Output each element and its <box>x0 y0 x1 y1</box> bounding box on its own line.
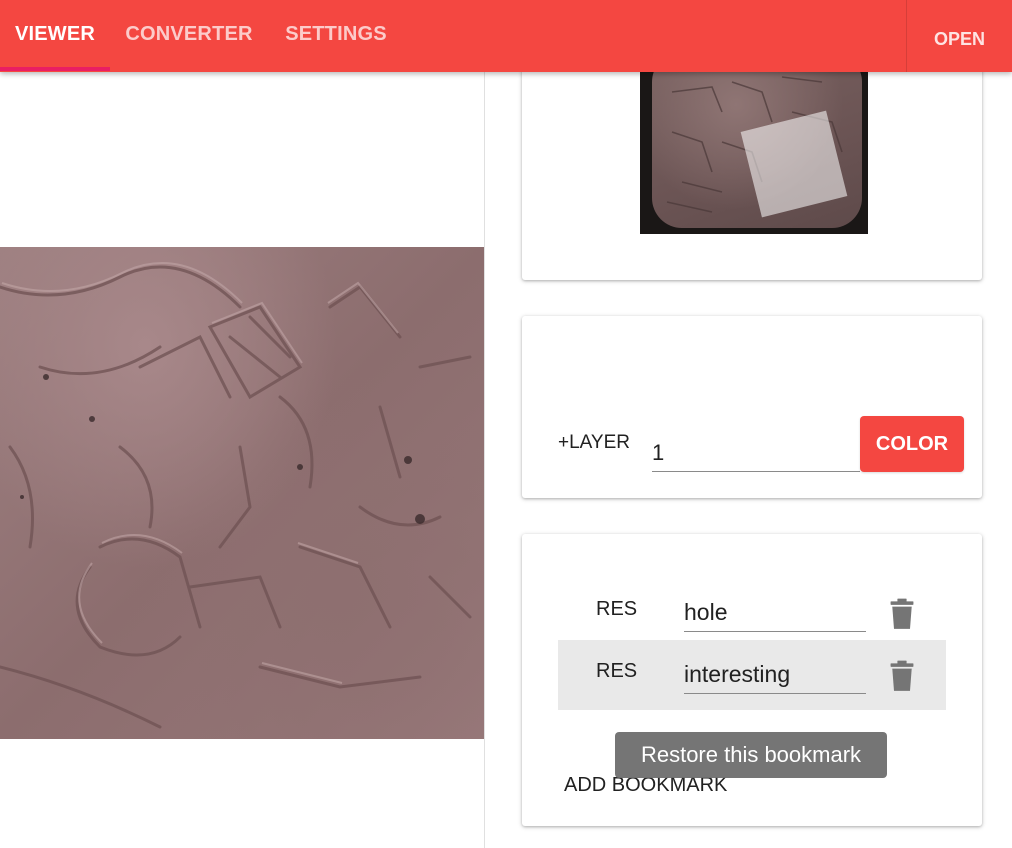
bookmark-name-input[interactable] <box>684 656 866 694</box>
minimap[interactable] <box>640 72 868 234</box>
tab-viewer[interactable]: VIEWER <box>0 0 110 72</box>
tablet-texture <box>0 262 472 729</box>
restore-bookmark-button[interactable]: RES <box>596 598 637 621</box>
trash-icon[interactable] <box>888 660 916 692</box>
color-button[interactable]: COLOR <box>860 416 964 472</box>
restore-bookmark-tooltip: Restore this bookmark <box>615 732 887 778</box>
bookmark-row: RES <box>558 640 946 710</box>
restore-bookmark-button[interactable]: RES <box>596 660 637 683</box>
layer-card: +LAYER COLOR <box>522 316 982 498</box>
tab-converter[interactable]: CONVERTER <box>110 0 268 72</box>
tab-settings[interactable]: SETTINGS <box>268 0 404 72</box>
bookmark-name-input[interactable] <box>684 594 866 632</box>
open-button[interactable]: OPEN <box>907 0 1012 78</box>
trash-icon[interactable] <box>888 598 916 630</box>
layer-input[interactable] <box>652 428 860 472</box>
app-bar: VIEWER CONVERTER SETTINGS OPEN <box>0 0 1012 72</box>
minimap-card <box>522 52 982 280</box>
bookmarks-card: RES RES ADD BOOKMARK <box>522 534 982 826</box>
bookmark-row: RES <box>558 578 946 648</box>
tablet-image[interactable] <box>0 247 484 739</box>
pane-divider <box>484 72 485 848</box>
add-layer-button[interactable]: +LAYER <box>558 432 630 454</box>
viewer-pane[interactable] <box>0 72 484 848</box>
active-tab-indicator <box>0 67 110 71</box>
